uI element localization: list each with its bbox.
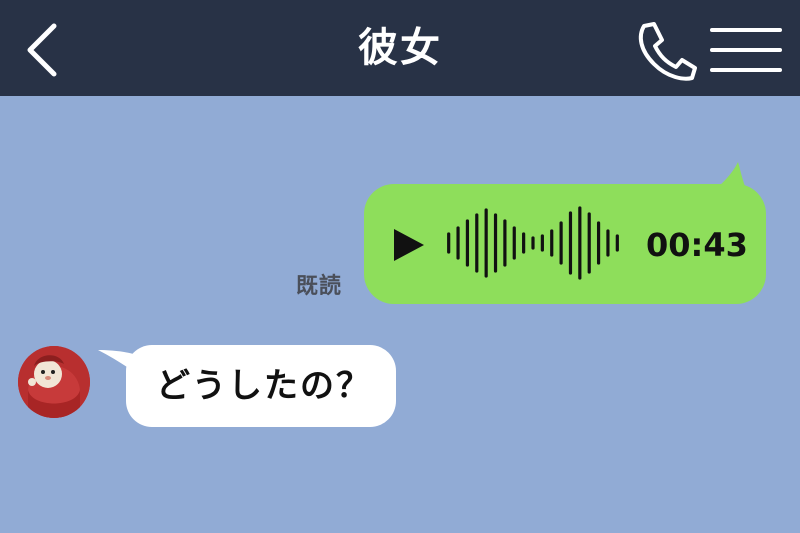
read-receipt: 既読 (296, 274, 343, 299)
back-button[interactable] (18, 22, 70, 78)
play-icon[interactable] (392, 227, 426, 263)
chat-header: 彼女 (0, 0, 800, 96)
hamburger-menu-icon (710, 28, 782, 72)
avatar[interactable] (18, 346, 90, 418)
received-message-text: どうしたの？ (156, 366, 372, 406)
phone-icon (638, 22, 697, 81)
call-button[interactable] (632, 20, 698, 82)
avatar-image (18, 346, 90, 418)
chevron-left-icon (27, 23, 57, 77)
audio-waveform-icon (447, 206, 619, 280)
chat-title: 彼女 (358, 25, 442, 71)
menu-button[interactable] (708, 26, 784, 74)
voice-duration: 00:43 (646, 226, 748, 264)
